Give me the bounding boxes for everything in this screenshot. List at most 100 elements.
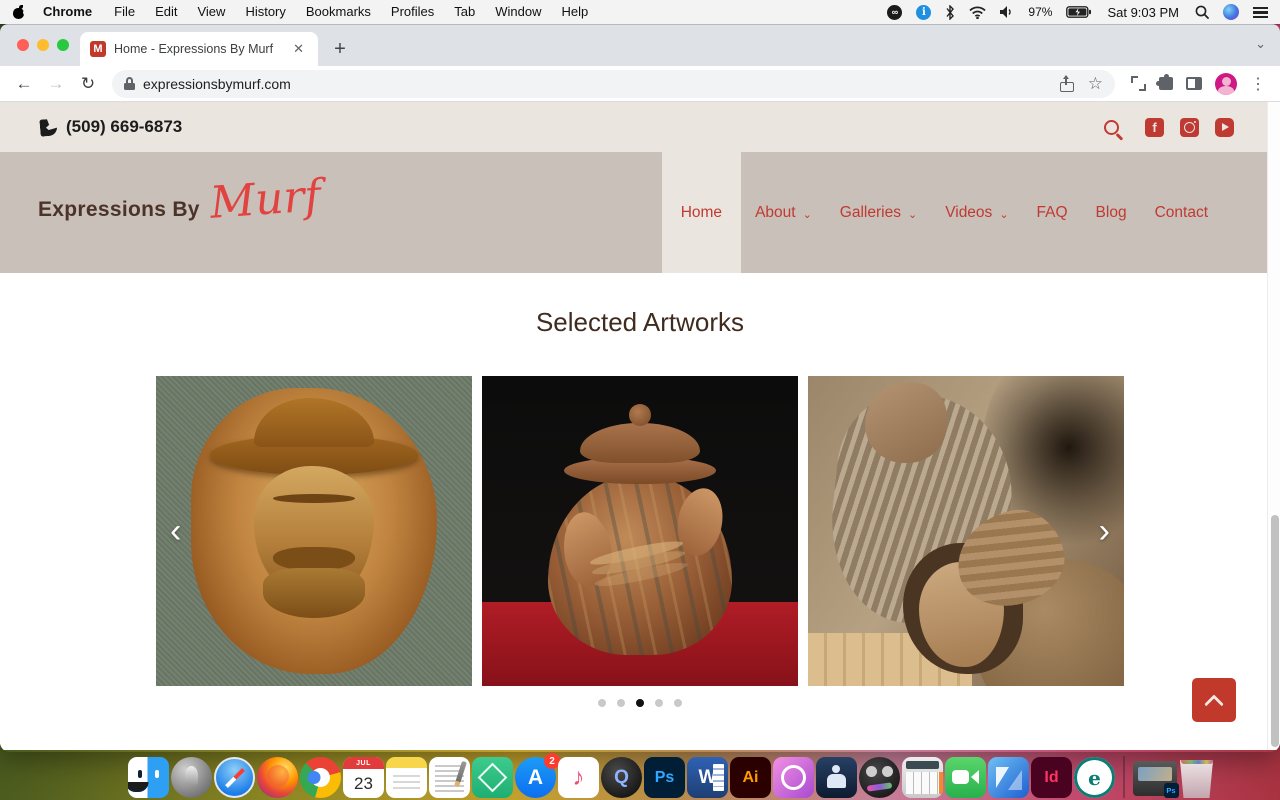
forward-button[interactable]: → [42,70,70,98]
menu-tab[interactable]: Tab [445,0,484,24]
phone-number[interactable]: (509) 669-6873 [66,117,182,137]
carousel-prev-icon[interactable]: ‹ [170,514,181,548]
active-tab[interactable]: M Home - Expressions By Murf ✕ [80,32,318,66]
dock-music-icon[interactable]: ♪ [558,757,599,798]
logo-text: Expressions By [38,198,200,222]
volume-icon[interactable] [1000,6,1014,18]
dock-safari-icon[interactable] [214,757,255,798]
dock-photoshop-icon[interactable]: Ps [644,757,685,798]
carousel-dot[interactable] [655,699,663,707]
dock-green-diamond-app-icon[interactable] [472,757,513,798]
dock-word-icon[interactable]: W [687,757,728,798]
carousel-dots [0,699,1280,707]
dock-chrome-icon[interactable] [300,757,341,798]
new-tab-button[interactable]: + [326,35,354,63]
browser-menu-icon[interactable]: ⋮ [1250,74,1266,94]
dock-kindle-icon[interactable] [816,757,857,798]
profile-avatar[interactable] [1215,73,1237,95]
dock-quicktime-icon[interactable]: Q [601,757,642,798]
menu-file[interactable]: File [105,0,144,24]
phone-icon [39,118,57,136]
notification-center-icon[interactable] [1253,7,1268,18]
dock-firefox-icon[interactable] [257,757,298,798]
nav-videos[interactable]: Videos⌄ [931,152,1022,273]
dock-affinity-designer-icon[interactable] [988,757,1029,798]
siri-icon[interactable] [1223,4,1239,20]
share-icon[interactable] [1060,76,1074,92]
dock-screenflow-icon[interactable] [859,757,900,798]
scrollbar-thumb[interactable] [1271,515,1279,747]
menu-clock[interactable]: Sat 9:03 PM [1105,5,1181,20]
menu-bookmarks[interactable]: Bookmarks [297,0,380,24]
bluetooth-icon[interactable] [945,5,955,20]
back-button[interactable]: ← [10,70,38,98]
logo-signature: Murf [209,176,322,223]
nav-contact[interactable]: Contact [1141,152,1222,273]
dock-calculator-icon[interactable] [902,757,943,798]
carousel-dot[interactable] [598,699,606,707]
dock-notes-icon[interactable] [386,757,427,798]
dock-calendar-icon[interactable]: JUL 23 [343,757,384,798]
minimize-window-button[interactable] [37,39,49,51]
menu-profiles[interactable]: Profiles [382,0,443,24]
menu-app-name[interactable]: Chrome [34,0,103,24]
nav-about[interactable]: About⌄ [741,152,826,273]
nav-home[interactable]: Home [662,152,741,273]
dock-facetime-icon[interactable] [945,757,986,798]
dock-eset-icon[interactable]: e [1074,757,1115,798]
lock-icon[interactable] [124,77,135,90]
carousel-dot-active[interactable] [636,699,644,707]
dock-textedit-icon[interactable] [429,757,470,798]
carousel-next-icon[interactable]: › [1099,514,1110,548]
phone-link[interactable]: (509) 669-6873 [40,117,182,137]
facebook-icon[interactable]: f [1145,118,1164,137]
carousel-slide-carved-cowboy-face[interactable] [156,376,472,686]
url-text[interactable]: expressionsbymurf.com [143,76,1052,92]
battery-icon [1066,6,1091,18]
extensions-icon[interactable] [1159,77,1173,90]
apple-icon[interactable] [12,5,26,19]
browser-window: M Home - Expressions By Murf ✕ + ⌄ ← → ↻… [0,24,1280,752]
nav-blog[interactable]: Blog [1082,152,1141,273]
menu-edit[interactable]: Edit [146,0,186,24]
tab-close-icon[interactable]: ✕ [289,39,308,59]
spotlight-icon[interactable] [1195,5,1209,19]
dock-indesign-icon[interactable]: Id [1031,757,1072,798]
nav-faq[interactable]: FAQ [1023,152,1082,273]
info-icon[interactable]: i [916,5,931,20]
dock-trash-icon[interactable] [1179,757,1215,798]
chevron-up-icon [1204,694,1224,714]
dock-launchpad-icon[interactable] [171,757,212,798]
dock-app-store-icon[interactable]: A2 [515,757,556,798]
address-bar[interactable]: expressionsbymurf.com ☆ [112,70,1115,98]
page-scrollbar[interactable] [1267,102,1280,750]
dock: JUL 23 A2 ♪ Q Ps W Ai Id e Ps [128,756,1215,798]
dock-minimized-photoshop-window[interactable]: Ps [1133,761,1177,796]
fullscreen-icon[interactable] [1131,76,1146,91]
dock-finder-icon[interactable] [128,757,169,798]
tab-search-chevron-icon[interactable]: ⌄ [1255,36,1266,52]
carousel-dot[interactable] [674,699,682,707]
wifi-icon[interactable] [969,6,986,19]
nav-galleries[interactable]: Galleries⌄ [826,152,931,273]
menu-help[interactable]: Help [553,0,598,24]
dock-affinity-photo-icon[interactable] [773,757,814,798]
close-window-button[interactable] [17,39,29,51]
side-panel-icon[interactable] [1186,77,1202,90]
carousel-dot[interactable] [617,699,625,707]
instagram-icon[interactable] [1180,118,1199,137]
bookmark-star-icon[interactable]: ☆ [1088,74,1103,94]
youtube-icon[interactable] [1215,118,1234,137]
menu-window[interactable]: Window [486,0,550,24]
search-icon[interactable] [1104,120,1119,135]
carousel-slide-bearded-sculpture[interactable] [808,376,1124,686]
zoom-window-button[interactable] [57,39,69,51]
site-logo[interactable]: Expressions By Murf [38,180,321,222]
carousel-slide-sculpted-urn[interactable] [482,376,798,686]
scroll-to-top-button[interactable] [1192,678,1236,722]
menu-view[interactable]: View [188,0,234,24]
creative-cloud-icon[interactable]: ∞ [887,5,902,20]
dock-illustrator-icon[interactable]: Ai [730,757,771,798]
reload-button[interactable]: ↻ [74,70,102,98]
menu-history[interactable]: History [236,0,294,24]
